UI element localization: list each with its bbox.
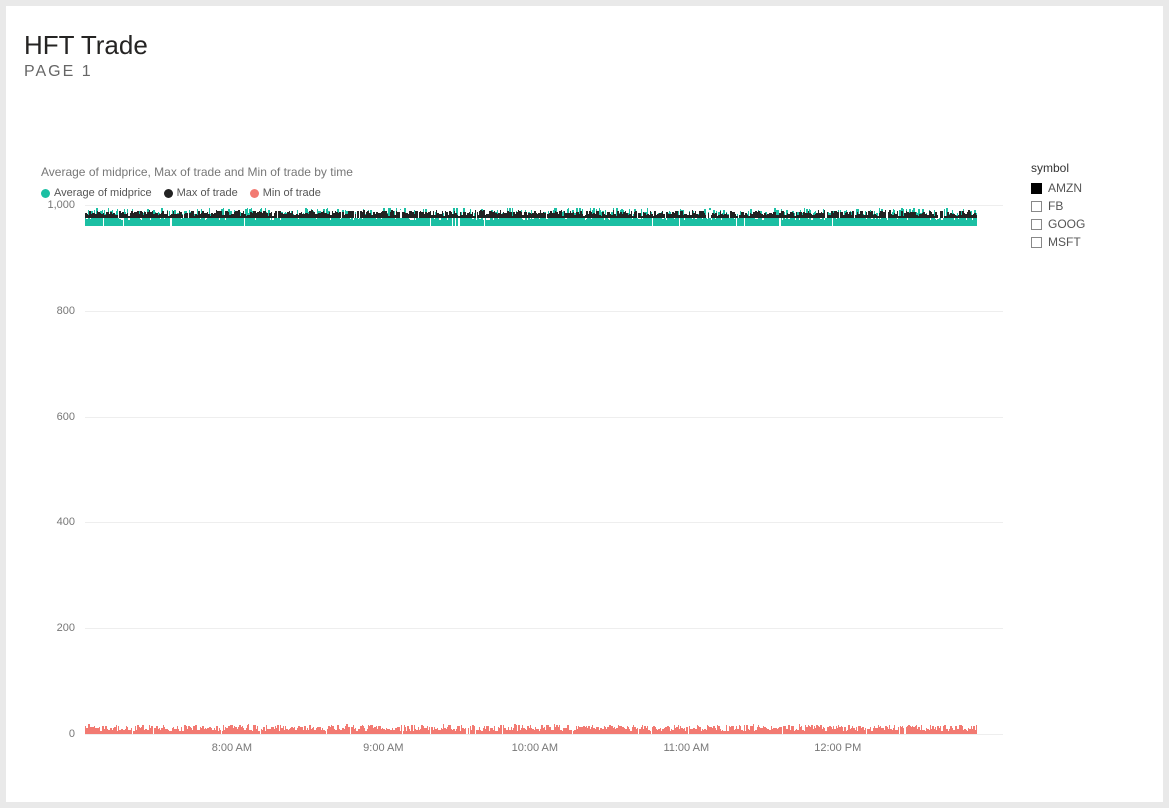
report-canvas: HFT Trade PAGE 1 Average of midprice, Ma… xyxy=(6,6,1163,802)
slicer-item-label: FB xyxy=(1048,197,1063,215)
legend-label: Min of trade xyxy=(263,187,321,199)
page-subtitle: PAGE 1 xyxy=(24,63,1151,81)
slicer-item-goog[interactable]: GOOG xyxy=(1031,215,1151,233)
x-axis: 8:00 AM 9:00 AM 10:00 AM 11:00 AM 12:00 PM xyxy=(85,742,1003,762)
legend-item-max-trade[interactable]: Max of trade xyxy=(164,187,238,199)
x-tick-label: 8:00 AM xyxy=(212,742,252,754)
slicer-title: symbol xyxy=(1031,161,1151,175)
y-axis: 02004006008001,000 xyxy=(31,205,79,734)
series-max-trade xyxy=(85,210,977,218)
x-tick-label: 12:00 PM xyxy=(814,742,861,754)
legend-item-avg-midprice[interactable]: Average of midprice xyxy=(41,187,152,199)
slicer-item-label: AMZN xyxy=(1048,179,1082,197)
gridline xyxy=(85,311,1003,312)
slicer-item-msft[interactable]: MSFT xyxy=(1031,233,1151,251)
gridline xyxy=(85,205,1003,206)
legend-swatch-icon xyxy=(164,189,173,198)
slicer-item-label: GOOG xyxy=(1048,215,1085,233)
series-min-trade xyxy=(85,724,977,734)
plot-area[interactable]: 02004006008001,000 8:00 AM9:00 AM10:00 xyxy=(31,205,1003,734)
gridline xyxy=(85,628,1003,629)
y-tick-label: 0 xyxy=(31,728,75,740)
x-tick-label: 9:00 AM xyxy=(363,742,403,754)
gridline xyxy=(85,522,1003,523)
x-tick-label: 11:00 AM xyxy=(663,742,709,754)
page-title: HFT Trade xyxy=(24,30,1151,61)
legend-swatch-icon xyxy=(250,189,259,198)
chart-title: Average of midprice, Max of trade and Mi… xyxy=(41,165,1013,179)
y-tick-label: 800 xyxy=(31,305,75,317)
slicer-item-amzn[interactable]: AMZN xyxy=(1031,179,1151,197)
x-tick-label: 10:00 AM xyxy=(512,742,558,754)
chart-visual[interactable]: Average of midprice, Max of trade and Mi… xyxy=(31,161,1013,784)
legend-item-min-trade[interactable]: Min of trade xyxy=(250,187,321,199)
chart-legend: Average of midprice Max of trade Min of … xyxy=(41,187,1013,199)
symbol-slicer[interactable]: symbol AMZNFBGOOGMSFT xyxy=(1031,161,1151,784)
checkbox-icon[interactable] xyxy=(1031,183,1042,194)
slicer-item-fb[interactable]: FB xyxy=(1031,197,1151,215)
legend-swatch-icon xyxy=(41,189,50,198)
legend-label: Max of trade xyxy=(177,187,238,199)
y-tick-label: 400 xyxy=(31,516,75,528)
legend-label: Average of midprice xyxy=(54,187,152,199)
checkbox-icon[interactable] xyxy=(1031,219,1042,230)
y-tick-label: 200 xyxy=(31,622,75,634)
y-tick-label: 600 xyxy=(31,411,75,423)
checkbox-icon[interactable] xyxy=(1031,237,1042,248)
gridline xyxy=(85,734,1003,735)
checkbox-icon[interactable] xyxy=(1031,201,1042,212)
y-tick-label: 1,000 xyxy=(31,199,75,211)
slicer-item-label: MSFT xyxy=(1048,233,1081,251)
gridline xyxy=(85,417,1003,418)
